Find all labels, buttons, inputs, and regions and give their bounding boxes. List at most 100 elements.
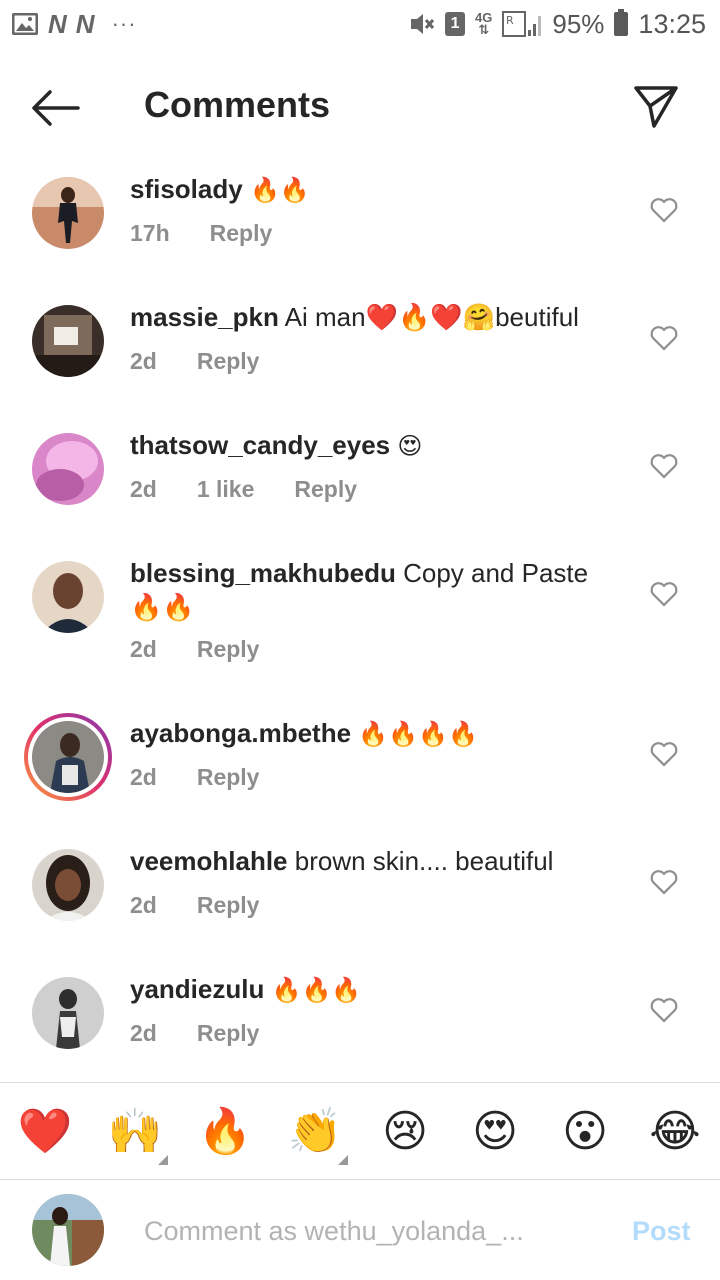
avatar[interactable] [32,433,104,505]
like-heart-icon[interactable] [650,197,678,223]
comment-text: brown skin.... beautiful [294,846,554,876]
comment-text: 🔥🔥🔥 [271,977,362,1004]
like-heart-icon[interactable] [650,325,678,351]
emoji-surprised-button[interactable]: 😮 [550,1106,620,1157]
clock: 13:25 [638,8,706,39]
emoji-heart-eyes-button[interactable]: 😍 [460,1106,530,1157]
comment-body: veemohlahle brown skin.... beautiful [130,844,610,878]
comment-body: ayabonga.mbethe 🔥🔥🔥🔥 [130,716,610,752]
like-heart-icon[interactable] [650,453,678,479]
paper-plane-icon[interactable] [632,82,680,130]
avatar-photo [32,561,104,633]
like-heart-icon[interactable] [650,997,678,1023]
reply-button[interactable]: Reply [197,636,260,663]
comment-time: 2d [130,892,157,918]
avatar[interactable] [32,561,104,633]
notification-n-icon: N [48,8,67,39]
comment-input[interactable] [142,1210,586,1252]
reply-button[interactable]: Reply [197,1020,260,1047]
comment-username[interactable]: thatsow_candy_eyes [130,430,390,460]
comment-body: yandiezulu 🔥🔥🔥 [130,972,610,1008]
comment-time: 2d [130,348,157,374]
avatar-photo [32,849,104,921]
comment-body: massie_pkn Ai man❤️🔥❤️🤗beutiful [130,300,610,334]
quick-emoji-bar: ❤️ 🙌 🔥 👏 😢 😍 😮 😂 [0,1082,720,1180]
avatar[interactable] [32,177,104,249]
comment-meta: 2d Reply [130,348,259,375]
status-left: N N ··· [12,9,137,40]
emoji-clap-glyph: 👏 [287,1107,343,1156]
page-title: Comments [144,84,331,125]
comment-meta: 2d Reply [130,636,259,663]
avatar[interactable] [32,977,104,1049]
emoji-heart-button[interactable]: ❤️ [10,1105,80,1157]
battery-icon [614,9,629,36]
comment-time: 17h [130,220,170,246]
avatar-photo [32,721,104,793]
network-label: 4G [475,10,493,25]
comment-body: thatsow_candy_eyes 😍 [130,428,610,464]
roaming-label: R [506,14,514,27]
signal-roaming-icon: R [502,11,542,37]
comment-text: 🔥🔥🔥🔥 [358,721,478,748]
comment-body: sfisolady 🔥🔥 [130,172,610,208]
status-bar: N N ··· 1 4G ⇅ R 95% 13:25 [0,0,720,48]
comment-meta: 2d Reply [130,892,259,919]
avatar-photo [32,977,104,1049]
comment-username[interactable]: blessing_makhubedu [130,558,396,588]
avatar-story-ring[interactable] [24,713,112,801]
vibrate-mute-icon [411,14,435,34]
comment-username[interactable]: massie_pkn [130,302,279,332]
status-right: 1 4G ⇅ R 95% 13:25 [407,9,706,40]
emoji-raised-hands-button[interactable]: 🙌 [100,1105,170,1165]
comment-body: blessing_makhubedu Copy and Paste 🔥🔥 [130,556,610,624]
comment-time: 2d [130,1020,157,1046]
comment-username[interactable]: sfisolady [130,174,243,204]
notification-n-icon: N [75,8,95,39]
avatar-photo [32,177,104,249]
likes-count[interactable]: 1 like [197,476,255,503]
post-button[interactable]: Post [632,1216,691,1247]
comment-username[interactable]: veemohlahle [130,846,288,876]
comment-text: Ai man❤️🔥❤️🤗beutiful [284,302,579,332]
comment-time: 2d [130,476,157,502]
comment-username[interactable]: ayabonga.mbethe [130,718,351,748]
emoji-cry-button[interactable]: 😢 [370,1106,440,1157]
sim-badge: 1 [445,12,466,36]
like-heart-icon[interactable] [650,581,678,607]
comment-meta: 2d Reply [130,1020,259,1047]
emoji-raised-hands-glyph: 🙌 [107,1107,163,1156]
emoji-clap-button[interactable]: 👏 [280,1105,350,1165]
avatar-photo [32,305,104,377]
avatar[interactable] [32,849,104,921]
emoji-laugh-button[interactable]: 😂 [640,1106,710,1157]
comment-meta: 2d Reply [130,764,259,791]
back-arrow-icon[interactable] [30,88,80,128]
reply-button[interactable]: Reply [210,220,273,247]
comment-composer: Post [0,1180,720,1280]
like-heart-icon[interactable] [650,869,678,895]
avatar[interactable] [32,305,104,377]
avatar-photo [32,433,104,505]
comment-username[interactable]: yandiezulu [130,974,264,1004]
comment-time: 2d [130,636,157,662]
reply-button[interactable]: Reply [197,892,260,919]
comment-time: 2d [130,764,157,790]
reply-button[interactable]: Reply [294,476,357,503]
more-notifications-icon: ··· [111,11,137,36]
like-heart-icon[interactable] [650,741,678,767]
comment-text: 😍 [397,433,423,460]
network-type: 4G ⇅ [475,10,493,37]
comments-header: Comments [0,60,720,152]
emoji-fire-button[interactable]: 🔥 [190,1105,260,1157]
skin-tone-indicator-icon [158,1155,168,1165]
comment-meta: 2d 1 like Reply [130,476,357,503]
comment-meta: 17h Reply [130,220,272,247]
current-user-avatar [32,1194,104,1266]
battery-percent: 95% [552,8,605,39]
skin-tone-indicator-icon [338,1155,348,1165]
gallery-notification-icon [12,13,38,35]
comment-text: 🔥🔥 [249,177,310,204]
reply-button[interactable]: Reply [197,348,260,375]
reply-button[interactable]: Reply [197,764,260,791]
